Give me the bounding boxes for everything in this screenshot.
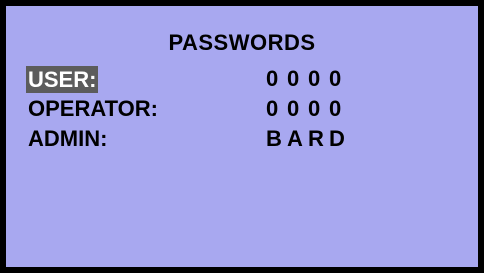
operator-password-row[interactable]: OPERATOR: 0000 [26,94,466,124]
admin-password-char: B [266,126,282,151]
operator-password-char: 0 [329,96,342,121]
admin-password-row[interactable]: ADMIN: BARD [26,124,466,154]
operator-password-value[interactable]: 0000 [266,94,350,124]
admin-password-value[interactable]: BARD [266,124,350,154]
user-password-char: 0 [329,66,342,91]
screen-title: PASSWORDS [168,30,316,55]
user-password-char: 0 [308,66,321,91]
admin-password-char: R [308,126,324,151]
password-screen: PASSWORDS USER: 0000 OPERATOR: 0000 ADMI… [0,0,484,273]
operator-password-char: 0 [287,96,300,121]
operator-password-char: 0 [308,96,321,121]
user-password-value[interactable]: 0000 [266,64,350,94]
admin-label[interactable]: ADMIN: [26,124,109,154]
user-password-row[interactable]: USER: 0000 [26,64,466,94]
admin-password-char: D [329,126,345,151]
operator-label[interactable]: OPERATOR: [26,94,160,124]
user-password-char: 0 [266,66,279,91]
user-password-char: 0 [287,66,300,91]
user-label[interactable]: USER: [26,66,99,93]
admin-password-char: A [287,126,303,151]
operator-password-char: 0 [266,96,279,121]
